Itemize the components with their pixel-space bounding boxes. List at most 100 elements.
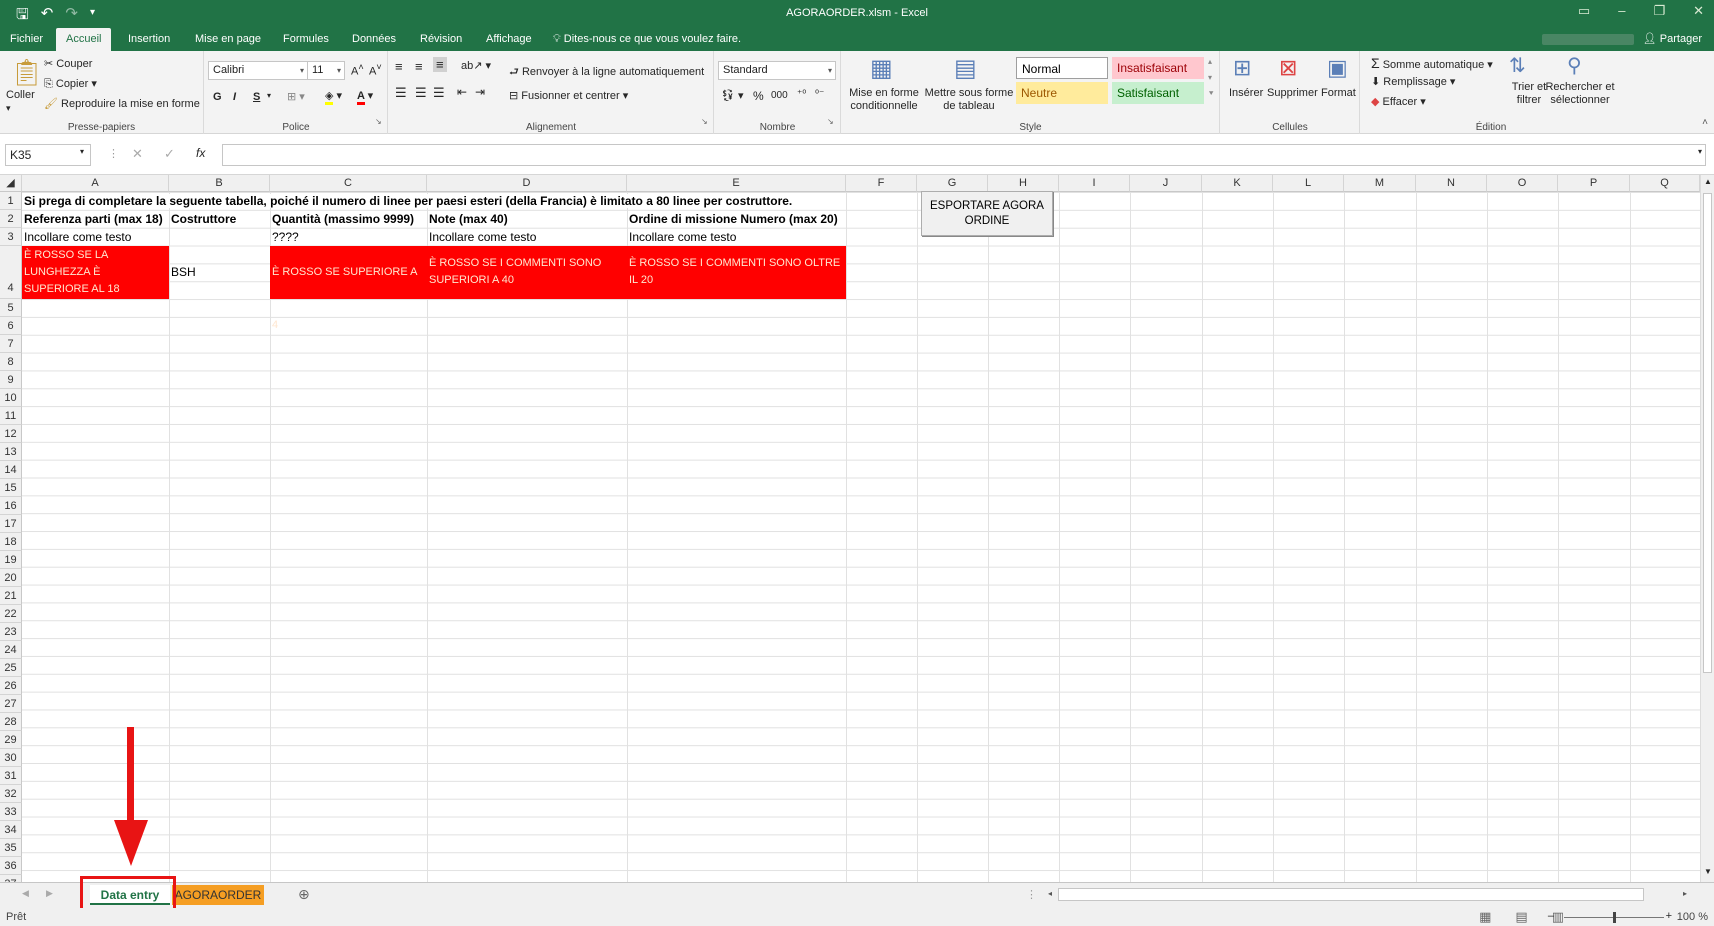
cancel-icon[interactable]: ✕ — [132, 146, 143, 162]
row-header[interactable]: 4 — [0, 246, 22, 299]
scroll-up-icon[interactable]: ▲ — [1704, 177, 1712, 186]
splitter-icon[interactable]: ⋮ — [1026, 888, 1037, 901]
delete-button[interactable]: Supprimer — [1267, 87, 1318, 99]
row-header[interactable]: 31 — [0, 767, 22, 785]
zoom-in-icon[interactable]: + — [1666, 910, 1672, 922]
row-header[interactable]: 26 — [0, 677, 22, 695]
export-agora-order-button[interactable]: ESPORTARE AGORA ORDINE — [921, 191, 1053, 236]
row-header[interactable]: 30 — [0, 749, 22, 767]
cell-e3[interactable]: Incollare come testo — [627, 230, 736, 244]
wrap-text-button[interactable]: ⮐ Renvoyer à la ligne automatiquement — [509, 63, 704, 82]
scroll-down-icon[interactable]: ▼ — [1704, 867, 1712, 876]
tab-formules[interactable]: Formules — [273, 28, 339, 51]
row-header[interactable]: 15 — [0, 479, 22, 497]
increase-indent-icon[interactable]: ⇥ — [475, 85, 485, 99]
cell-a4[interactable]: È ROSSO SE LA LUNGHEZZA È SUPERIORE AL 1… — [22, 246, 169, 299]
add-sheet-icon[interactable]: ⊕ — [298, 886, 310, 903]
collapse-ribbon-icon[interactable]: ˄ — [1702, 117, 1708, 128]
row-header[interactable]: 23 — [0, 623, 22, 641]
column-header[interactable]: A — [22, 175, 169, 192]
style-good[interactable]: Satisfaisant — [1112, 82, 1204, 104]
format-cells-icon[interactable]: ▣ — [1327, 55, 1348, 81]
style-normal[interactable]: Normal — [1016, 57, 1108, 79]
number-format-combo[interactable]: Standard ▾ — [718, 61, 836, 80]
account-name[interactable] — [1542, 34, 1634, 45]
underline-dropdown-icon[interactable]: ▾ — [267, 91, 271, 100]
row-header[interactable]: 8 — [0, 353, 22, 371]
decrease-indent-icon[interactable]: ⇤ — [457, 85, 467, 99]
find-select-button[interactable]: Rechercher et sélectionner — [1543, 81, 1617, 107]
cell-c2[interactable]: Quantità (massimo 9999) — [270, 212, 414, 226]
underline-button[interactable]: S — [253, 91, 260, 103]
align-top-icon[interactable]: ≡ — [395, 59, 403, 74]
insert-cells-icon[interactable]: ⊞ — [1233, 55, 1251, 81]
row-header[interactable]: 29 — [0, 731, 22, 749]
find-icon[interactable]: ⚲ — [1567, 53, 1582, 78]
percent-button[interactable]: % — [753, 89, 764, 103]
column-header[interactable]: B — [169, 175, 270, 192]
column-header[interactable]: M — [1344, 175, 1416, 192]
page-layout-icon[interactable]: ▤ — [1515, 909, 1527, 925]
column-header[interactable]: D — [427, 175, 627, 192]
row-header[interactable]: 33 — [0, 803, 22, 821]
row-header[interactable]: 10 — [0, 389, 22, 407]
row-header[interactable]: 24 — [0, 641, 22, 659]
delete-cells-icon[interactable]: ⊠ — [1279, 55, 1297, 81]
borders-icon[interactable]: ⊞ ▾ — [287, 90, 305, 103]
row-header[interactable]: 11 — [0, 407, 22, 425]
merge-center-button[interactable]: ⊟ Fusionner et centrer ▾ — [509, 89, 628, 102]
tab-donnees[interactable]: Données — [342, 28, 406, 51]
column-header[interactable]: C — [270, 175, 427, 192]
italic-button[interactable]: I — [233, 91, 236, 103]
tab-insertion[interactable]: Insertion — [118, 28, 180, 51]
font-color-icon[interactable]: A ▾ — [357, 89, 373, 105]
fill-button[interactable]: ⬇ Remplissage ▾ — [1371, 75, 1455, 88]
close-icon[interactable]: ✕ — [1693, 3, 1704, 19]
cell-a3[interactable]: Incollare come testo — [22, 230, 131, 244]
tab-affichage[interactable]: Affichage — [476, 28, 542, 51]
share-button[interactable]: 👤︎ Partager — [1643, 28, 1702, 51]
name-box-dropdown-icon[interactable]: ▾ — [80, 147, 84, 156]
sort-filter-icon[interactable]: ⇅ — [1509, 53, 1526, 78]
autosum-button[interactable]: Σ Somme automatique ▾ — [1371, 55, 1493, 71]
conditional-format-button[interactable]: Mise en forme conditionnelle — [844, 87, 924, 113]
align-bottom-icon[interactable]: ≡ — [433, 57, 447, 72]
zoom-out-icon[interactable]: – — [1548, 910, 1554, 922]
row-header[interactable]: 3 — [0, 228, 22, 246]
increase-decimal-icon[interactable]: ⁺⁰ — [797, 89, 806, 100]
row-header[interactable]: 22 — [0, 605, 22, 623]
row-header[interactable]: 12 — [0, 425, 22, 443]
horizontal-scroll-thumb[interactable] — [1058, 888, 1644, 901]
tab-revision[interactable]: Révision — [410, 28, 472, 51]
thousands-button[interactable]: 000 — [771, 90, 788, 101]
normal-view-icon[interactable]: ▦ — [1479, 909, 1491, 925]
cell-a1[interactable]: Si prega di completare la seguente tabel… — [22, 194, 797, 208]
font-name-combo[interactable]: Calibri ▾ — [208, 61, 308, 80]
formula-input[interactable] — [222, 144, 1706, 166]
conditional-format-icon[interactable]: ▦ — [870, 54, 893, 83]
paste-dropdown-icon[interactable]: ▾ — [6, 103, 11, 114]
cell-d4[interactable]: È ROSSO SE I COMMENTI SONO SUPERIORI A 4… — [427, 246, 627, 299]
tab-fichier[interactable]: Fichier — [0, 28, 53, 51]
format-button[interactable]: Format — [1321, 87, 1356, 99]
row-header[interactable]: 14 — [0, 461, 22, 479]
column-header[interactable]: Q — [1630, 175, 1700, 192]
name-box[interactable]: K35 — [5, 144, 91, 166]
scroll-left-icon[interactable]: ◂ — [1048, 889, 1052, 898]
align-center-icon[interactable]: ☰ — [415, 85, 427, 101]
bold-button[interactable]: G — [213, 91, 222, 103]
restore-icon[interactable]: ❐ — [1653, 3, 1665, 19]
row-header[interactable]: 25 — [0, 659, 22, 677]
column-header[interactable]: K — [1202, 175, 1273, 192]
worksheet-grid[interactable]: ◢ A B C D E F G H I J K L M N O P Q 1 2 … — [0, 175, 1700, 882]
row-header[interactable]: 34 — [0, 821, 22, 839]
scroll-right-icon[interactable]: ▸ — [1683, 889, 1687, 898]
zoom-slider-handle[interactable] — [1613, 912, 1616, 923]
tell-me-box[interactable]: 💡︎ Dites-nous ce que vous voulez faire. — [553, 28, 741, 51]
cell-e2[interactable]: Ordine di missione Numero (max 20) — [627, 212, 838, 226]
column-header[interactable]: O — [1487, 175, 1558, 192]
row-header[interactable]: 27 — [0, 695, 22, 713]
cell-e4[interactable]: È ROSSO SE I COMMENTI SONO OLTRE IL 20 — [627, 246, 846, 299]
column-header[interactable]: L — [1273, 175, 1344, 192]
decrease-decimal-icon[interactable]: ⁰⁻ — [815, 89, 824, 100]
